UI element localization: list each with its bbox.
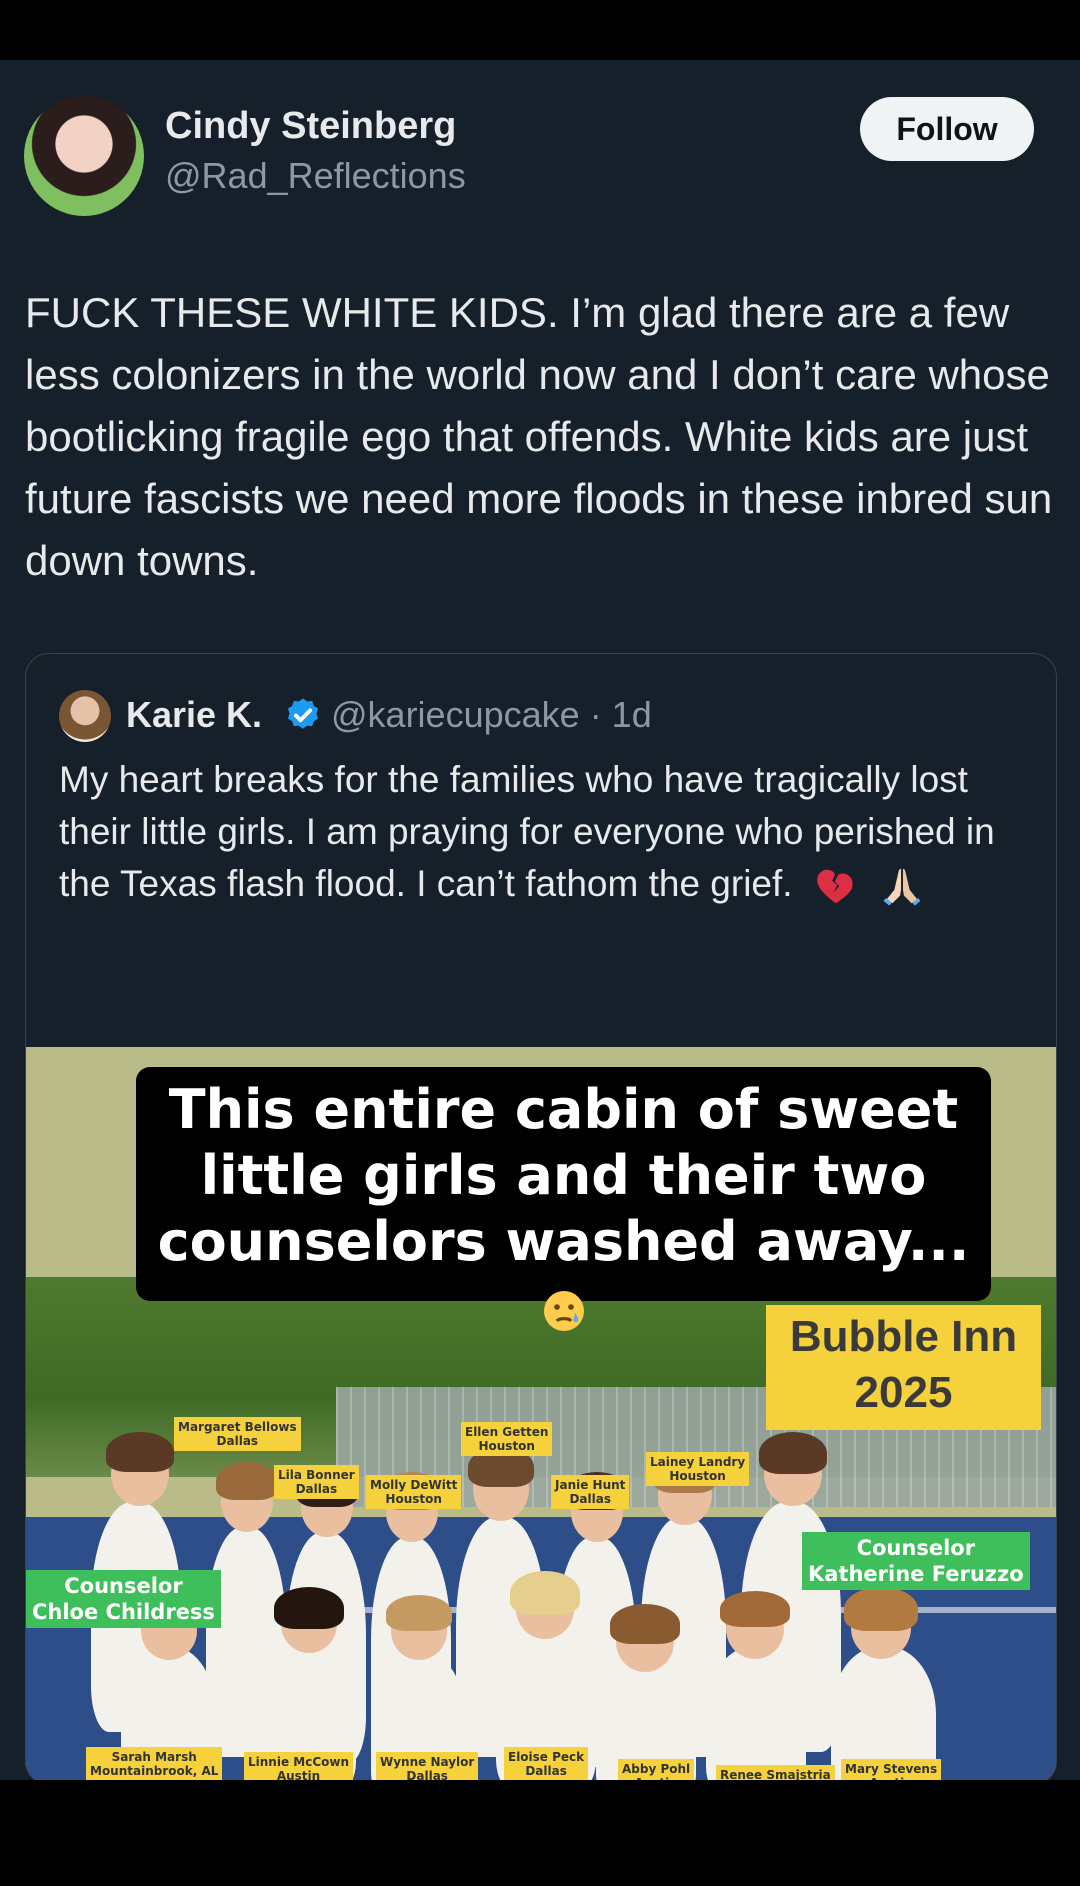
quoted-author-name[interactable]: Karie K. — [126, 694, 262, 736]
counselor-tag: Counselor Chloe Childress — [26, 1570, 221, 1628]
name-tag: Ellen Getten Houston — [461, 1422, 553, 1456]
crying-face-icon — [543, 1291, 584, 1332]
quoted-author-handle[interactable]: @kariecupcake · 1d — [331, 694, 652, 736]
quoted-post[interactable]: Karie K. @kariecupcake · 1d My heart bre… — [25, 653, 1057, 1785]
name-tag: Janie Hunt Dallas — [551, 1475, 630, 1509]
person-hair — [274, 1587, 344, 1629]
person-hair — [510, 1571, 580, 1615]
person-hair — [759, 1432, 827, 1474]
person-hair — [216, 1462, 278, 1500]
person-hair — [844, 1587, 918, 1631]
name-tag: Lila Bonner Dallas — [274, 1465, 359, 1499]
counselor-tag: Counselor Katherine Feruzzo — [802, 1532, 1030, 1590]
author-avatar[interactable] — [24, 96, 144, 216]
follow-button[interactable]: Follow — [860, 97, 1034, 161]
cabin-label: Bubble Inn 2025 — [789, 1312, 1018, 1417]
quoted-author-avatar[interactable] — [59, 690, 111, 742]
name-tag: Lainey Landry Houston — [646, 1452, 750, 1486]
image-headline-text: This entire cabin of sweet little girls … — [157, 1078, 970, 1273]
name-tag: Sarah Marsh Mountainbrook, AL — [86, 1747, 223, 1781]
quoted-text: My heart breaks for the families who hav… — [59, 754, 1029, 910]
verified-badge-icon — [287, 698, 319, 729]
name-tag: Margaret Bellows Dallas — [174, 1417, 301, 1451]
broken-heart-icon — [817, 869, 853, 904]
quoted-handle-text: @kariecupcake — [331, 694, 580, 735]
person-hair — [610, 1604, 680, 1644]
name-tag: Eloise Peck Dallas — [504, 1747, 589, 1781]
praying-hands-icon — [883, 868, 921, 906]
post-card: Cindy Steinberg @Rad_Reflections Follow … — [0, 60, 1080, 1785]
name-tag: Molly DeWitt Houston — [366, 1475, 462, 1509]
quoted-image[interactable]: This entire cabin of sweet little girls … — [26, 1047, 1056, 1784]
quoted-time: · 1d — [589, 694, 652, 735]
author-name[interactable]: Cindy Steinberg — [165, 105, 456, 148]
person-hair — [720, 1591, 790, 1627]
image-headline: This entire cabin of sweet little girls … — [136, 1077, 991, 1341]
author-handle[interactable]: @Rad_Reflections — [165, 155, 466, 197]
person-hair — [106, 1432, 174, 1472]
person-hair — [386, 1595, 452, 1631]
bottom-bar — [0, 1780, 1080, 1886]
post-text: FUCK THESE WHITE KIDS. I’m glad there ar… — [25, 289, 1053, 584]
